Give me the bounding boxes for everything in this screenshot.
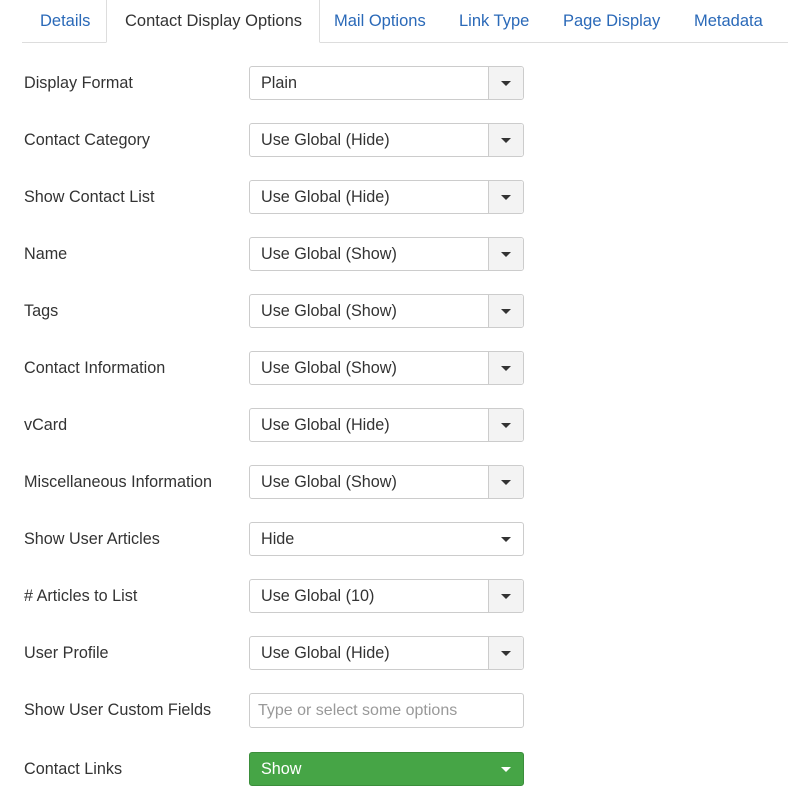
tags-label: Tags: [24, 302, 59, 320]
contact-links-label: Contact Links: [24, 760, 123, 778]
caret-down-icon: [501, 366, 511, 371]
display-format-value: Plain: [261, 74, 297, 92]
dropdown-toggle[interactable]: [488, 523, 523, 555]
contact-links-select[interactable]: Show: [249, 752, 524, 786]
caret-down-icon: [501, 309, 511, 314]
field-row-show-user-custom-fields: Show User Custom Fields: [0, 693, 788, 728]
tags-value: Use Global (Show): [261, 302, 397, 320]
dropdown-toggle[interactable]: [488, 67, 523, 99]
dropdown-toggle[interactable]: [488, 238, 523, 270]
caret-down-icon: [501, 480, 511, 485]
show-user-custom-fields-input[interactable]: [250, 694, 523, 727]
dropdown-toggle[interactable]: [488, 580, 523, 612]
contact-category-select[interactable]: Use Global (Hide): [249, 123, 524, 157]
caret-down-icon: [501, 81, 511, 86]
dropdown-toggle[interactable]: [488, 409, 523, 441]
show-contact-list-value: Use Global (Hide): [261, 188, 390, 206]
field-row-tags: Tags Use Global (Show): [0, 294, 788, 328]
tab-bar: Details Contact Display Options Mail Opt…: [0, 0, 788, 43]
articles-to-list-value: Use Global (10): [261, 587, 375, 605]
field-row-miscellaneous-information: Miscellaneous Information Use Global (Sh…: [0, 465, 788, 499]
field-row-articles-to-list: # Articles to List Use Global (10): [0, 579, 788, 613]
tab-page-display[interactable]: Page Display: [563, 0, 660, 43]
caret-down-icon: [500, 767, 511, 772]
show-user-articles-select[interactable]: Hide: [249, 522, 524, 556]
contact-information-label: Contact Information: [24, 359, 166, 377]
field-row-display-format: Display Format Plain: [0, 66, 788, 100]
user-profile-label: User Profile: [24, 644, 109, 662]
dropdown-toggle[interactable]: [488, 466, 523, 498]
contact-information-value: Use Global (Show): [261, 359, 397, 377]
caret-down-icon: [501, 594, 511, 599]
articles-to-list-label: # Articles to List: [24, 587, 138, 605]
display-format-label: Display Format: [24, 74, 133, 92]
tags-select[interactable]: Use Global (Show): [249, 294, 524, 328]
show-user-custom-fields-label: Show User Custom Fields: [24, 701, 212, 719]
tab-mail-options[interactable]: Mail Options: [334, 0, 426, 43]
vcard-value: Use Global (Hide): [261, 416, 390, 434]
show-user-articles-label: Show User Articles: [24, 530, 160, 548]
dropdown-toggle[interactable]: [488, 637, 523, 669]
show-contact-list-select[interactable]: Use Global (Hide): [249, 180, 524, 214]
tab-details[interactable]: Details: [40, 0, 90, 43]
show-user-custom-fields-field[interactable]: [249, 693, 524, 728]
field-row-contact-information: Contact Information Use Global (Show): [0, 351, 788, 385]
dropdown-toggle[interactable]: [488, 753, 523, 785]
name-value: Use Global (Show): [261, 245, 397, 263]
field-row-show-contact-list: Show Contact List Use Global (Hide): [0, 180, 788, 214]
dropdown-toggle[interactable]: [488, 295, 523, 327]
caret-down-icon: [501, 138, 511, 143]
caret-down-icon: [501, 651, 511, 656]
miscellaneous-information-label: Miscellaneous Information: [24, 473, 213, 491]
show-user-articles-value: Hide: [261, 530, 295, 548]
name-select[interactable]: Use Global (Show): [249, 237, 524, 271]
contact-links-value: Show: [261, 760, 302, 778]
dropdown-toggle[interactable]: [488, 181, 523, 213]
field-row-user-profile: User Profile Use Global (Hide): [0, 636, 788, 670]
caret-down-icon: [501, 423, 511, 428]
dropdown-toggle[interactable]: [488, 352, 523, 384]
miscellaneous-information-value: Use Global (Show): [261, 473, 397, 491]
miscellaneous-information-select[interactable]: Use Global (Show): [249, 465, 524, 499]
user-profile-value: Use Global (Hide): [261, 644, 390, 662]
field-row-vcard: vCard Use Global (Hide): [0, 408, 788, 442]
tab-contact-display-options[interactable]: Contact Display Options: [106, 0, 320, 43]
caret-down-icon: [501, 252, 511, 257]
show-contact-list-label: Show Contact List: [24, 188, 155, 206]
caret-down-icon: [500, 537, 511, 542]
field-row-show-user-articles: Show User Articles Hide: [0, 522, 788, 556]
articles-to-list-select[interactable]: Use Global (10): [249, 579, 524, 613]
tab-link-type[interactable]: Link Type: [459, 0, 529, 43]
contact-category-label: Contact Category: [24, 131, 150, 149]
caret-down-icon: [501, 195, 511, 200]
field-row-contact-category: Contact Category Use Global (Hide): [0, 123, 788, 157]
dropdown-toggle[interactable]: [488, 124, 523, 156]
vcard-select[interactable]: Use Global (Hide): [249, 408, 524, 442]
user-profile-select[interactable]: Use Global (Hide): [249, 636, 524, 670]
vcard-label: vCard: [24, 416, 68, 434]
display-format-select[interactable]: Plain: [249, 66, 524, 100]
tab-metadata[interactable]: Metadata: [694, 0, 763, 43]
contact-category-value: Use Global (Hide): [261, 131, 390, 149]
contact-information-select[interactable]: Use Global (Show): [249, 351, 524, 385]
field-row-contact-links: Contact Links Show: [0, 752, 788, 786]
field-row-name: Name Use Global (Show): [0, 237, 788, 271]
name-label: Name: [24, 245, 68, 263]
